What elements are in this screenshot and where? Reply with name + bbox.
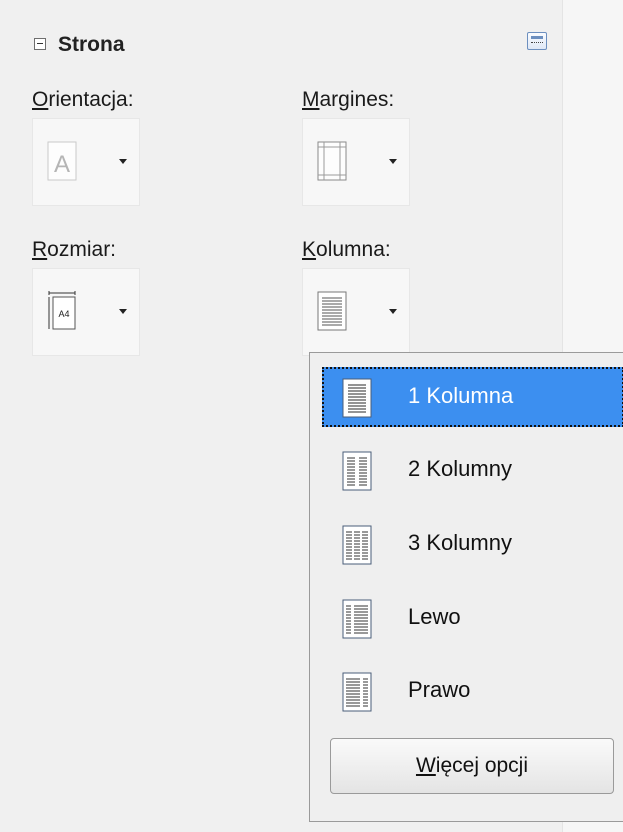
- panel-title: Strona: [58, 33, 125, 56]
- menu-item-label: 1 Kolumna: [408, 383, 514, 408]
- three-columns-icon: [342, 525, 372, 565]
- size-label: Rozmiar:: [32, 238, 117, 261]
- left-column-icon: [342, 599, 372, 639]
- columns-label: Kolumna:: [302, 238, 391, 261]
- panel-options-button[interactable]: [527, 32, 547, 50]
- orientation-label: Orientacja:: [32, 88, 134, 111]
- columns-dropdown-menu: 1 Kolumna 2 Kolumny 3 Kolumny Lewo Prawo…: [309, 352, 623, 822]
- margins-button[interactable]: [302, 118, 410, 206]
- right-column-icon: [342, 672, 372, 712]
- svg-text:A4: A4: [58, 309, 69, 319]
- collapse-toggle-icon[interactable]: [34, 38, 46, 50]
- chevron-down-icon: [119, 309, 127, 314]
- page-panel-header: Strona: [30, 30, 560, 64]
- margins-icon: [317, 141, 347, 181]
- page-size-a4-icon: A4: [48, 291, 76, 330]
- menu-item-two-columns[interactable]: 2 Kolumny: [322, 440, 623, 500]
- menu-item-right[interactable]: Prawo: [322, 661, 623, 721]
- columns-button[interactable]: [302, 268, 410, 356]
- menu-item-label: Prawo: [408, 677, 471, 702]
- menu-item-label: 2 Kolumny: [408, 456, 512, 481]
- columns-icon: [317, 291, 347, 331]
- menu-item-label: 3 Kolumny: [408, 530, 512, 555]
- one-column-icon: [342, 378, 372, 418]
- chevron-down-icon: [389, 159, 397, 164]
- menu-item-left[interactable]: Lewo: [322, 588, 623, 648]
- more-options-button[interactable]: Więcej opcji: [330, 738, 614, 794]
- menu-item-one-column[interactable]: 1 Kolumna: [322, 367, 623, 427]
- chevron-down-icon: [389, 309, 397, 314]
- chevron-down-icon: [119, 159, 127, 164]
- orientation-icon: A: [47, 141, 77, 181]
- svg-text:A: A: [54, 151, 70, 178]
- menu-item-label: Lewo: [408, 604, 461, 629]
- size-button[interactable]: A4: [32, 268, 140, 356]
- two-columns-icon: [342, 451, 372, 491]
- menu-item-three-columns[interactable]: 3 Kolumny: [322, 514, 623, 574]
- orientation-button[interactable]: A: [32, 118, 140, 206]
- margins-label: Margines:: [302, 88, 395, 111]
